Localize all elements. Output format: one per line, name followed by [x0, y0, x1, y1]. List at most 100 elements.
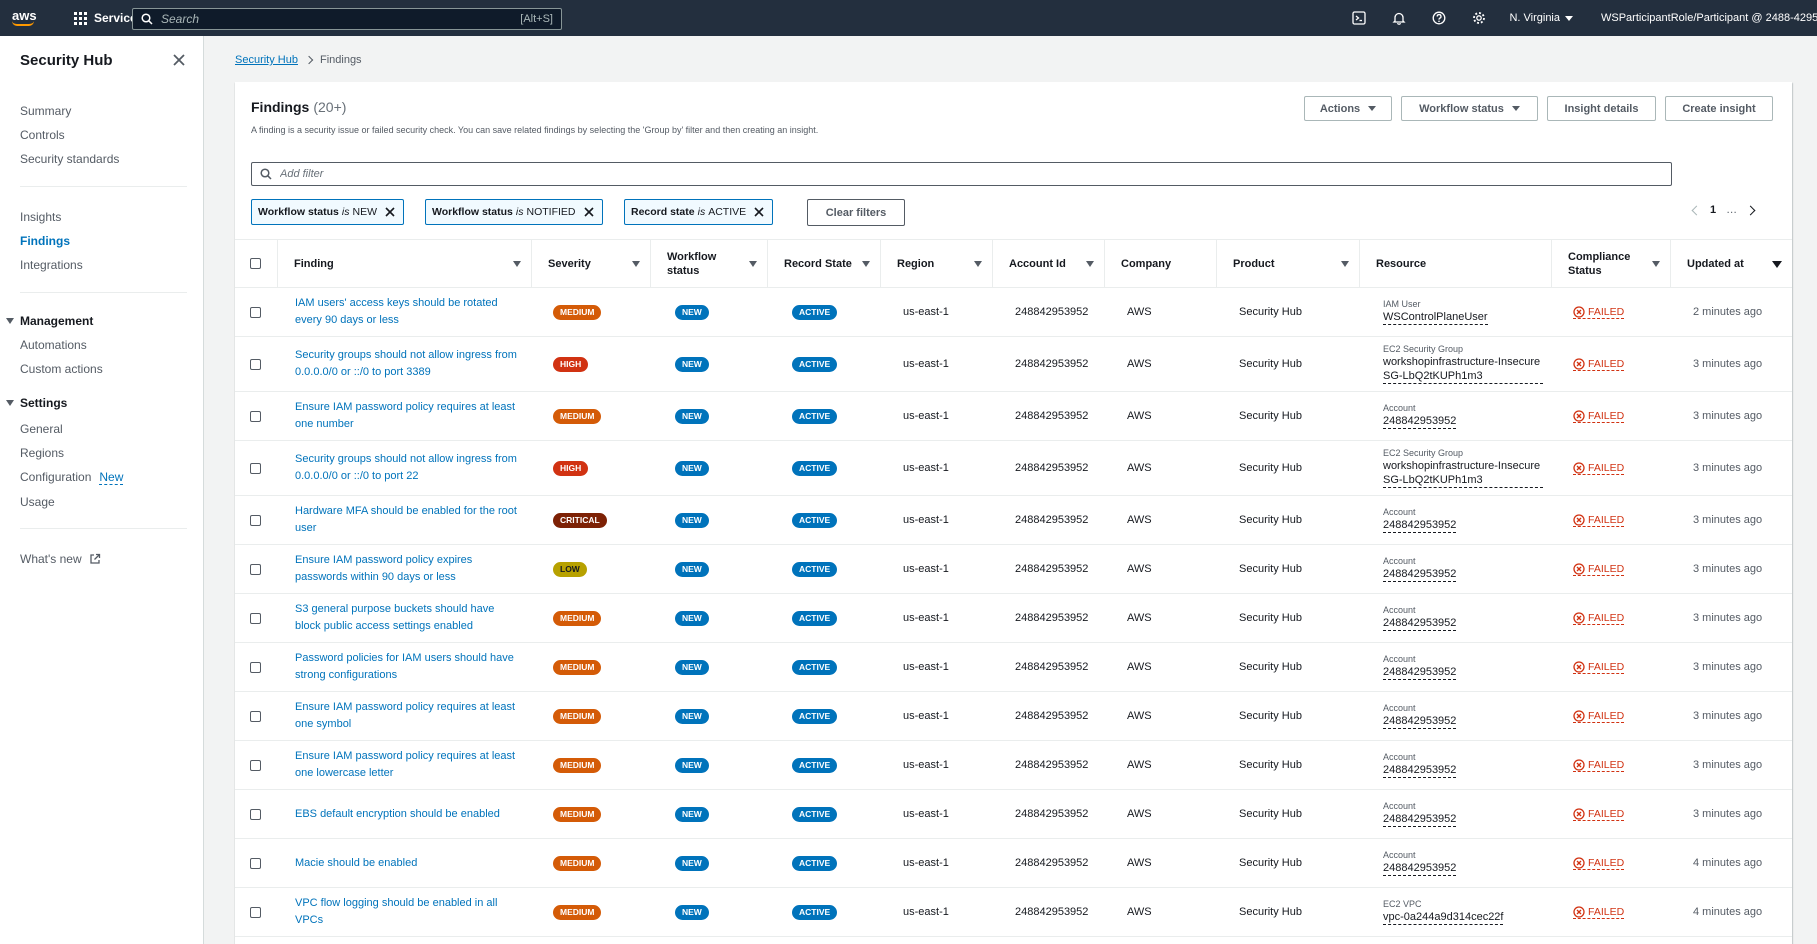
finding-title-link[interactable]: Ensure IAM password policy requires at l… — [295, 392, 523, 440]
insight-details-button[interactable]: Insight details — [1547, 96, 1656, 121]
sidebar-item-security-standards[interactable]: Security standards — [20, 152, 119, 166]
compliance-status[interactable]: FAILED — [1573, 808, 1625, 821]
compliance-status[interactable]: FAILED — [1573, 906, 1625, 919]
row-checkbox[interactable] — [250, 808, 261, 820]
compliance-status[interactable]: FAILED — [1573, 759, 1625, 772]
table-row[interactable]: Security groups should not allow ingress… — [235, 441, 1792, 496]
resource-id[interactable]: vpc-0a244a9d314cec22f — [1383, 910, 1504, 925]
sidebar-section-management[interactable]: Management — [6, 314, 93, 328]
resource-id[interactable]: WSControlPlaneUser — [1383, 310, 1488, 325]
compliance-status[interactable]: FAILED — [1573, 462, 1625, 475]
row-checkbox[interactable] — [250, 514, 261, 526]
finding-title-link[interactable]: EBS default encryption should be enabled — [295, 790, 523, 838]
sidebar-item-configuration[interactable]: Configuration New — [20, 470, 124, 485]
row-checkbox[interactable] — [250, 661, 261, 673]
next-page-icon[interactable] — [1745, 205, 1756, 215]
row-checkbox[interactable] — [250, 857, 261, 869]
sidebar-item-automations[interactable]: Automations — [20, 338, 87, 352]
resource-id[interactable]: 248842953952 — [1383, 616, 1457, 631]
table-row[interactable]: Hardware MFA should be enabled for the r… — [235, 496, 1792, 545]
row-checkbox[interactable] — [250, 563, 261, 575]
actions-dropdown-button[interactable]: Actions — [1304, 96, 1392, 121]
resource-id[interactable]: 248842953952 — [1383, 763, 1457, 778]
table-row[interactable]: Security groups should not allow ingress… — [235, 337, 1792, 392]
previous-page-icon[interactable] — [1691, 205, 1702, 215]
compliance-status[interactable]: FAILED — [1573, 710, 1625, 723]
column-header-product[interactable]: Product — [1216, 240, 1359, 287]
sidebar-item-whats-new[interactable]: What's new — [20, 552, 101, 566]
table-row[interactable]: IAM users' access keys should be rotated… — [235, 288, 1792, 337]
compliance-status[interactable]: FAILED — [1573, 661, 1625, 674]
breadcrumb-security-hub[interactable]: Security Hub — [235, 54, 298, 66]
clear-filters-button[interactable]: Clear filters — [807, 199, 905, 226]
table-row[interactable]: EBS default encryption should be enabled… — [235, 790, 1792, 839]
resource-id[interactable]: workshopinfrastructure-InsecureSG-LbQ2tK… — [1383, 459, 1543, 488]
finding-title-link[interactable]: S3 general purpose buckets should have b… — [295, 594, 523, 642]
close-icon[interactable] — [172, 53, 186, 67]
row-checkbox[interactable] — [250, 612, 261, 624]
cloudshell-icon[interactable] — [1351, 10, 1367, 26]
compliance-status[interactable]: FAILED — [1573, 857, 1625, 870]
row-checkbox[interactable] — [250, 358, 261, 370]
finding-title-link[interactable]: IAM users' access keys should be rotated… — [295, 288, 523, 336]
table-row[interactable]: Ensure IAM password policy requires at l… — [235, 741, 1792, 790]
workflow-status-dropdown-button[interactable]: Workflow status — [1401, 96, 1538, 121]
remove-filter-icon[interactable] — [383, 205, 397, 219]
resource-id[interactable]: 248842953952 — [1383, 714, 1457, 729]
resource-id[interactable]: 248842953952 — [1383, 567, 1457, 582]
page-number[interactable]: 1 — [1710, 204, 1716, 216]
table-row[interactable]: Ensure IAM password policy expires passw… — [235, 545, 1792, 594]
resource-id[interactable]: 248842953952 — [1383, 812, 1457, 827]
finding-title-link[interactable]: Security groups should not allow ingress… — [295, 441, 523, 495]
sidebar-item-usage[interactable]: Usage — [20, 495, 55, 509]
filter-input[interactable] — [280, 168, 1580, 180]
finding-title-link[interactable]: Ensure IAM password policy expires passw… — [295, 545, 523, 593]
finding-title-link[interactable]: Macie should be enabled — [295, 839, 523, 887]
resource-id[interactable]: 248842953952 — [1383, 861, 1457, 876]
sidebar-title[interactable]: Security Hub — [20, 52, 113, 69]
gear-icon[interactable] — [1471, 10, 1487, 26]
remove-filter-icon[interactable] — [582, 205, 596, 219]
column-header-account-id[interactable]: Account Id — [992, 240, 1104, 287]
row-checkbox[interactable] — [250, 306, 261, 318]
table-row[interactable]: S3 general purpose buckets should have b… — [235, 594, 1792, 643]
region-selector[interactable]: N. Virginia — [1509, 12, 1573, 24]
compliance-status[interactable]: FAILED — [1573, 612, 1625, 625]
compliance-status[interactable]: FAILED — [1573, 306, 1625, 319]
sidebar-item-insights[interactable]: Insights — [20, 210, 61, 224]
finding-title-link[interactable]: Security groups should not allow ingress… — [295, 337, 523, 391]
finding-title-link[interactable]: Ensure IAM password policy requires at l… — [295, 692, 523, 740]
global-search-input[interactable] — [161, 12, 501, 26]
table-row[interactable]: VPC flow logging should be enabled in al… — [235, 888, 1792, 937]
sidebar-item-summary[interactable]: Summary — [20, 104, 71, 118]
column-header-company[interactable]: Company — [1104, 240, 1216, 287]
column-header-workflow-status[interactable]: Workflow status — [650, 240, 767, 287]
sidebar-section-settings[interactable]: Settings — [6, 396, 67, 410]
select-all-checkbox[interactable] — [250, 258, 261, 269]
aws-logo[interactable]: aws — [12, 6, 42, 30]
column-header-record-state[interactable]: Record State — [767, 240, 880, 287]
row-checkbox[interactable] — [250, 410, 261, 422]
row-checkbox[interactable] — [250, 462, 261, 474]
compliance-status[interactable]: FAILED — [1573, 410, 1625, 423]
resource-id[interactable]: workshopinfrastructure-InsecureSG-LbQ2tK… — [1383, 355, 1543, 384]
create-insight-button[interactable]: Create insight — [1665, 96, 1773, 121]
compliance-status[interactable]: FAILED — [1573, 358, 1625, 371]
row-checkbox[interactable] — [250, 710, 261, 722]
column-header-compliance-status[interactable]: Compliance Status — [1551, 240, 1670, 287]
sidebar-item-findings[interactable]: Findings — [20, 234, 70, 248]
table-row[interactable]: Password policies for IAM users should h… — [235, 643, 1792, 692]
resource-id[interactable]: 248842953952 — [1383, 518, 1457, 533]
global-search[interactable]: [Alt+S] — [132, 8, 562, 30]
table-row[interactable]: Ensure IAM password policy requires at l… — [235, 392, 1792, 441]
compliance-status[interactable]: FAILED — [1573, 514, 1625, 527]
remove-filter-icon[interactable] — [752, 205, 766, 219]
help-icon[interactable] — [1431, 10, 1447, 26]
table-row[interactable]: Ensure IAM password policy requires at l… — [235, 692, 1792, 741]
account-menu[interactable]: WSParticipantRole/Participant @ 2488-429… — [1601, 12, 1817, 24]
row-checkbox[interactable] — [250, 759, 261, 771]
sidebar-item-integrations[interactable]: Integrations — [20, 258, 83, 272]
column-header-resource[interactable]: Resource — [1359, 240, 1551, 287]
sidebar-item-controls[interactable]: Controls — [20, 128, 65, 142]
column-header-severity[interactable]: Severity — [531, 240, 650, 287]
